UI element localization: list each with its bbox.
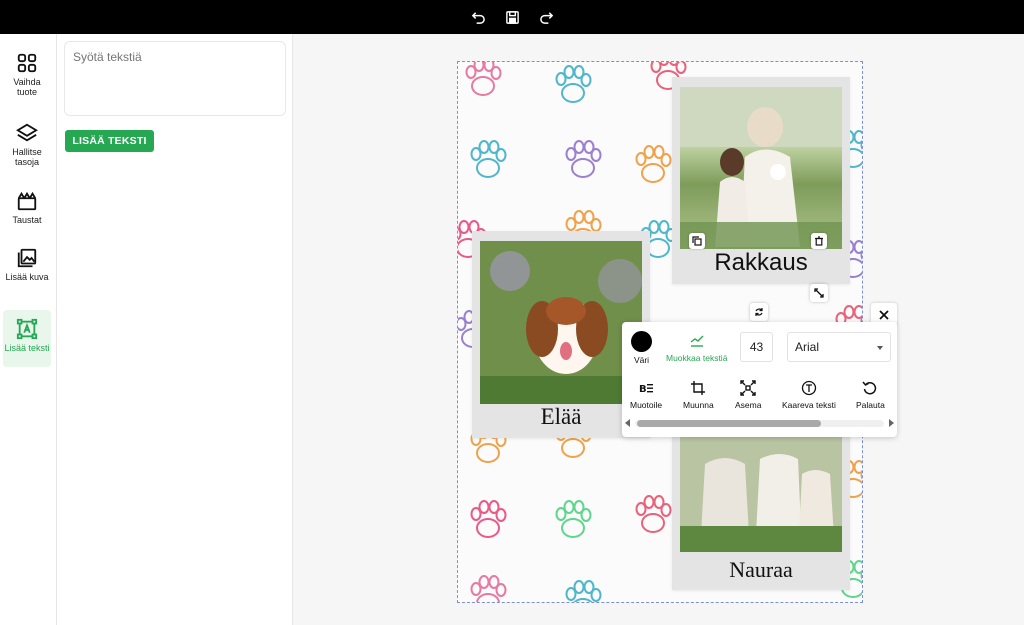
tool-label: Muunna: [683, 400, 714, 410]
sidebar-item-label: Lisää teksti: [4, 343, 50, 353]
resize-handle[interactable]: [810, 284, 828, 302]
close-icon: [879, 310, 889, 320]
sidebar-item-backgrounds[interactable]: Taustat: [3, 190, 51, 225]
duplicate-button[interactable]: [689, 233, 705, 249]
tool-label: Asema: [735, 400, 762, 410]
family-photo-image: [680, 87, 842, 249]
undo-icon[interactable]: [470, 9, 486, 25]
color-swatch: [631, 331, 652, 352]
sidebar-item-layers[interactable]: Hallitse tasoja: [3, 122, 51, 167]
toolbar-scrollbar[interactable]: [625, 418, 894, 428]
add-text-button[interactable]: LISÄÄ TEKSTI: [65, 130, 154, 152]
layers-icon: [16, 123, 38, 142]
curved-text-icon: [801, 380, 817, 396]
photo-caption[interactable]: Nauraa: [672, 557, 850, 583]
backgrounds-icon: [17, 191, 37, 211]
chevron-down-icon: [877, 346, 883, 350]
position-icon: [740, 380, 756, 396]
photo-frame-nauraa[interactable]: Nauraa: [672, 434, 850, 590]
rotate-handle[interactable]: [750, 303, 768, 321]
transform-icon: [691, 381, 706, 395]
transform-button[interactable]: Muunna: [683, 380, 714, 410]
edit-text-icon: [690, 335, 704, 347]
font-size-input[interactable]: 43: [740, 332, 773, 362]
sidebar: Vaihda tuote Hallitse tasoja Taustat Lis…: [0, 34, 57, 625]
sidebar-item-add-image[interactable]: Lisää kuva: [3, 247, 51, 282]
reset-button[interactable]: Palauta: [856, 380, 885, 410]
save-icon[interactable]: [504, 9, 520, 25]
tool-label: Muokkaa tekstiä: [666, 353, 728, 363]
tool-label: Muotoile: [630, 400, 663, 410]
tool-label: Väri: [633, 355, 650, 365]
grandparents-photo-image: [680, 434, 842, 552]
delete-button[interactable]: [811, 233, 827, 249]
curved-text-button[interactable]: Kaareva teksti: [782, 380, 836, 410]
scroll-right-arrow[interactable]: [889, 419, 894, 427]
font-family-value: Arial: [795, 340, 820, 354]
resize-icon: [814, 288, 824, 298]
sidebar-item-change-product[interactable]: Vaihda tuote: [3, 52, 51, 97]
tool-label: Palauta: [856, 400, 885, 410]
sidebar-item-add-text[interactable]: Lisää teksti: [3, 310, 51, 367]
sidebar-item-label: Lisää kuva: [5, 272, 49, 282]
text-icon: [16, 318, 38, 340]
sidebar-item-label: Hallitse tasoja: [12, 147, 42, 167]
text-edit-toolbar: Väri Muokkaa tekstiä 43 Arial B Muotoile…: [622, 322, 897, 437]
format-button[interactable]: B Muotoile: [630, 380, 662, 410]
photo-frame-rakkaus[interactable]: Rakkaus: [672, 77, 850, 284]
redo-icon[interactable]: [538, 9, 554, 25]
scroll-left-arrow[interactable]: [625, 419, 630, 427]
top-toolbar: [0, 0, 1024, 34]
format-icon: B: [639, 384, 654, 395]
grid-icon: [17, 53, 37, 73]
edit-text-button[interactable]: Muokkaa tekstiä: [666, 333, 727, 363]
svg-text:B: B: [639, 384, 647, 395]
reset-icon: [862, 381, 877, 395]
rotate-icon: [755, 308, 763, 316]
sidebar-item-label: Taustat: [12, 215, 42, 225]
scroll-thumb[interactable]: [637, 420, 821, 427]
position-button[interactable]: Asema: [735, 380, 761, 410]
font-family-select[interactable]: Arial: [787, 332, 891, 362]
image-icon: [17, 248, 37, 268]
color-picker-button[interactable]: Väri: [631, 331, 652, 365]
text-input[interactable]: [64, 41, 286, 116]
text-panel: LISÄÄ TEKSTI: [57, 34, 293, 625]
tool-label: Kaareva teksti: [782, 400, 836, 410]
copy-icon: [692, 236, 702, 246]
dog-photo-image: [480, 241, 642, 404]
trash-icon: [815, 236, 823, 246]
sidebar-item-label: Vaihda tuote: [13, 77, 41, 97]
photo-caption[interactable]: Rakkaus: [672, 249, 850, 277]
